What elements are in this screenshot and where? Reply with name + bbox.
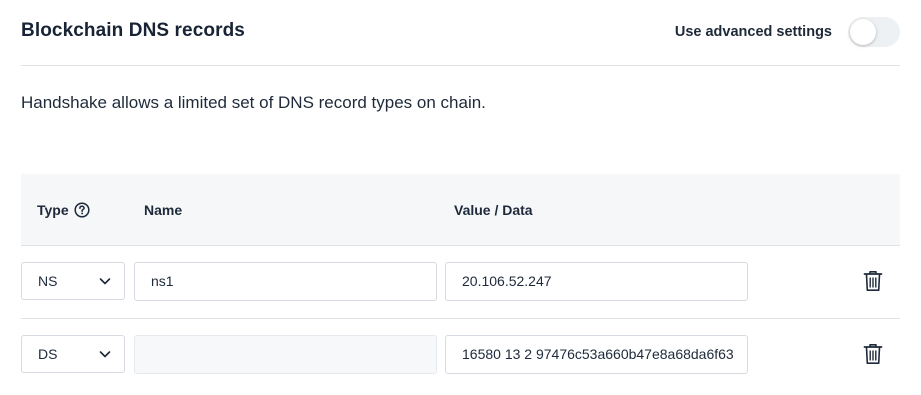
record-type-value: NS [38, 273, 58, 289]
record-name-input[interactable]: ns1 [134, 262, 437, 301]
chevron-down-icon [99, 351, 111, 358]
advanced-settings: Use advanced settings [675, 17, 900, 47]
record-value-input[interactable]: 16580 13 2 97476c53a660b47e8a68da6f63 [445, 335, 748, 374]
description-text: Handshake allows a limited set of DNS re… [21, 93, 486, 112]
record-name-input[interactable] [134, 335, 437, 374]
record-type-value: DS [38, 346, 58, 362]
column-header-name: Name [144, 202, 183, 218]
trash-icon[interactable] [863, 270, 883, 292]
column-header-type-label: Type [37, 202, 69, 218]
question-circle-icon[interactable] [74, 202, 90, 218]
advanced-settings-toggle[interactable] [848, 17, 900, 47]
record-type-select[interactable]: NS [21, 262, 125, 300]
table-row: DS 16580 13 2 97476c53a660b47e8a68da6f63 [21, 319, 900, 391]
advanced-settings-label: Use advanced settings [674, 24, 832, 40]
table-header: Type Name Value / Data [21, 174, 900, 246]
record-type-select[interactable]: DS [21, 335, 125, 373]
page-title: Blockchain DNS records [21, 20, 245, 41]
trash-icon[interactable] [863, 343, 883, 365]
record-value-input[interactable]: 20.106.52.247 [445, 262, 748, 301]
toggle-knob [850, 19, 876, 45]
column-header-type: Type [37, 202, 90, 218]
header: Blockchain DNS records Use advanced sett… [21, 0, 900, 66]
table-row: NS ns1 20.106.52.247 [21, 246, 900, 319]
column-header-value: Value / Data [454, 202, 533, 218]
chevron-down-icon [99, 278, 111, 285]
